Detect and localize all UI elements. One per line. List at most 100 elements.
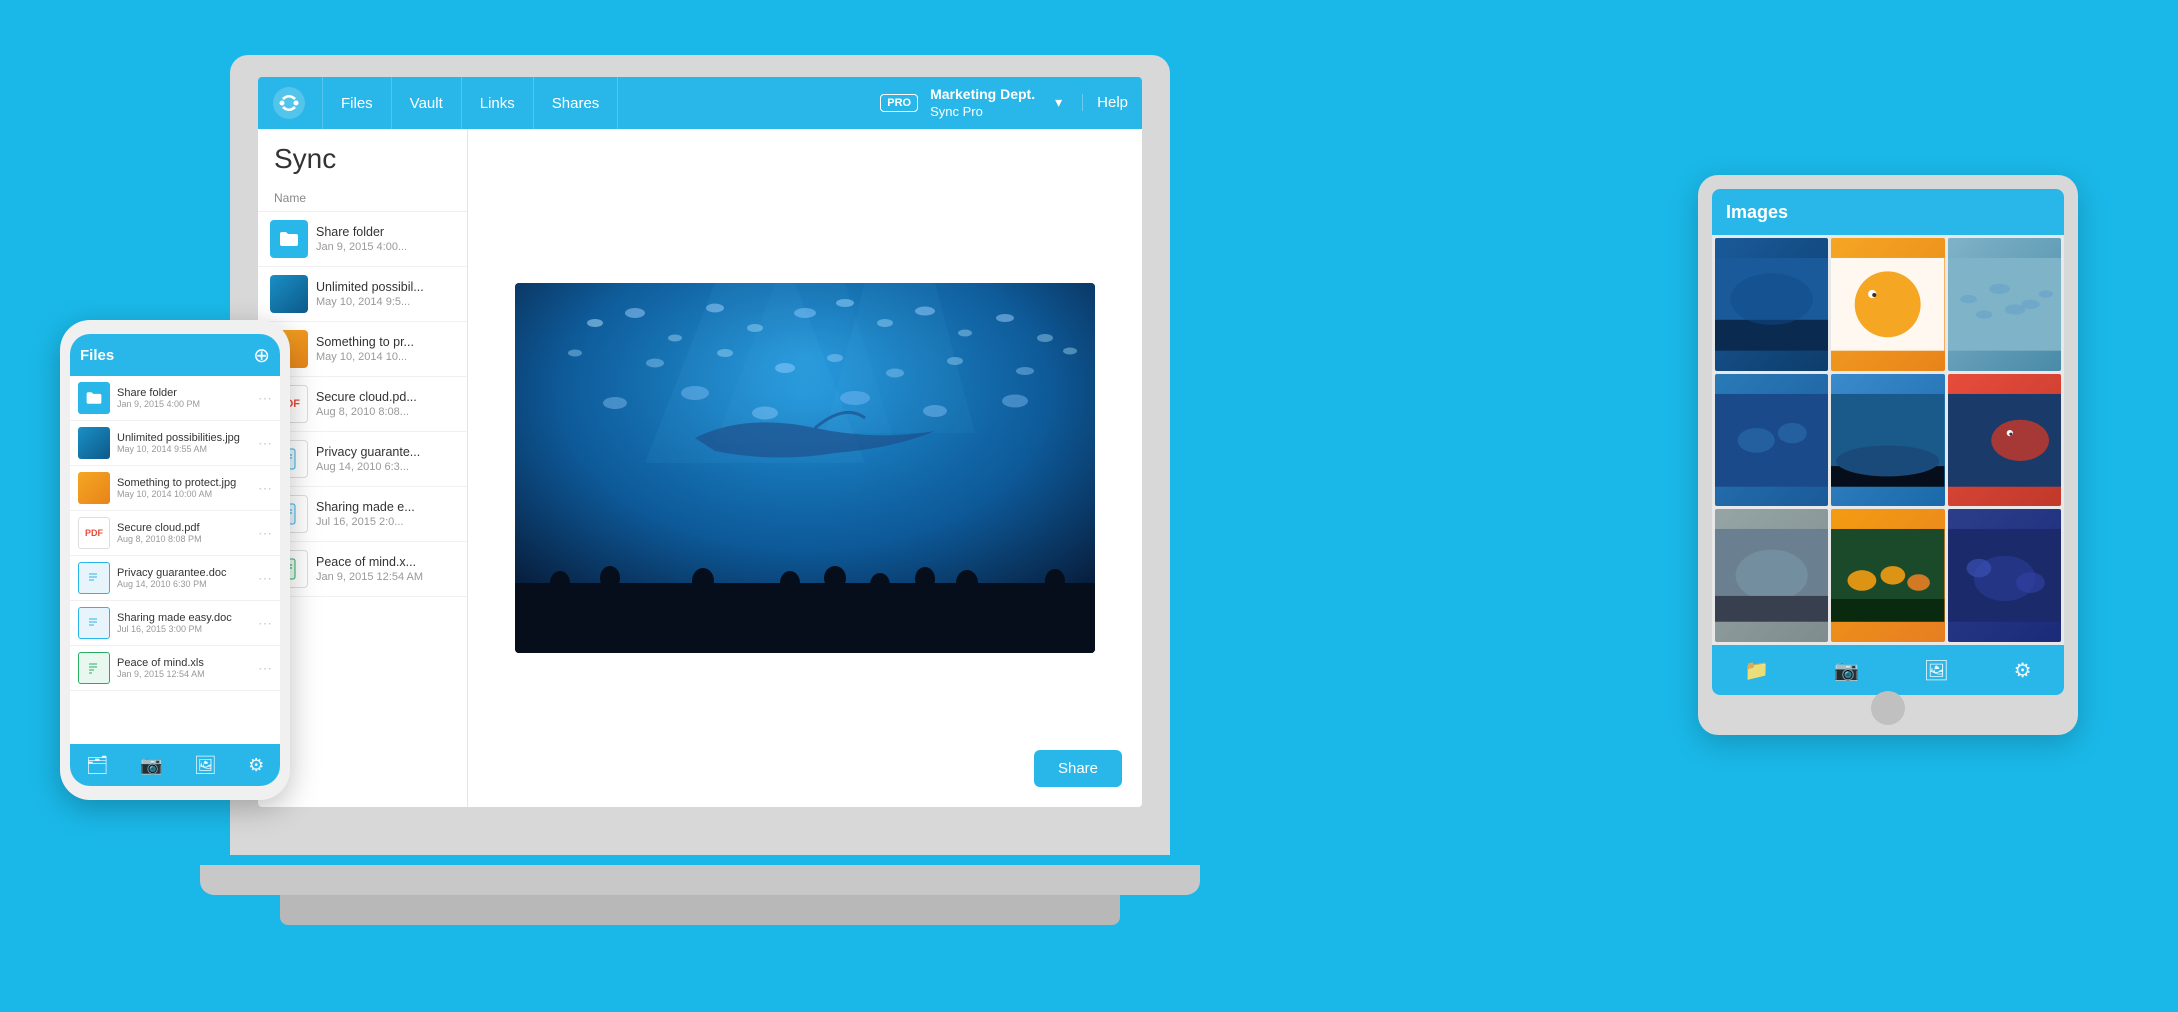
file-info: Share folder Jan 9, 2015 4:00 PM (117, 387, 251, 409)
laptop-navbar: Files Vault Links Shares PRO Marketing D… (258, 77, 1142, 129)
file-info: Sharing made easy.doc Jul 16, 2015 3:00 … (117, 612, 251, 634)
nav-files[interactable]: Files (322, 77, 392, 129)
list-item[interactable]: Unlimited possibilities.jpg May 10, 2014… (70, 421, 280, 466)
folder-icon[interactable]: 📁 (1744, 658, 1769, 683)
table-row[interactable]: Share folder Jan 9, 2015 4:00... (258, 212, 467, 267)
more-icon[interactable]: ⋯ (258, 660, 272, 677)
grid-image-3[interactable] (1948, 238, 2061, 371)
file-date: Aug 8, 2010 8:08... (316, 406, 455, 418)
tablet-navbar: Images (1712, 189, 2064, 235)
more-icon[interactable]: ⋯ (258, 615, 272, 632)
photos-icon[interactable]: 🖼 (1924, 658, 1949, 683)
aquarium-image (515, 283, 1095, 653)
file-name: Privacy guarante... (316, 445, 455, 459)
grid-image-5[interactable] (1831, 374, 1944, 507)
list-item[interactable]: Something to protect.jpg May 10, 2014 10… (70, 466, 280, 511)
more-icon[interactable]: ⋯ (258, 525, 272, 542)
file-info: Peace of mind.xls Jan 9, 2015 12:54 AM (117, 657, 251, 679)
grid-image-2[interactable] (1831, 238, 1944, 371)
more-icon[interactable]: ⋯ (258, 570, 272, 587)
laptop-screen: Files Vault Links Shares PRO Marketing D… (258, 77, 1142, 807)
file-date: Jan 9, 2015 4:00 PM (117, 399, 251, 409)
more-icon[interactable]: ⋯ (258, 435, 272, 452)
phone-add-button[interactable]: ⊕ (253, 343, 270, 368)
grid-image-7[interactable] (1715, 509, 1828, 642)
list-item[interactable]: PDF Secure cloud.pdf Aug 8, 2010 8:08 PM… (70, 511, 280, 556)
photos-icon[interactable]: 🖼 (194, 755, 217, 776)
settings-icon[interactable]: ⚙ (248, 755, 264, 776)
file-date: May 10, 2014 10:00 AM (117, 489, 251, 499)
folder-thumb (78, 382, 110, 414)
phone-file-list: Share folder Jan 9, 2015 4:00 PM ⋯ Unlim… (70, 376, 280, 744)
file-date: May 10, 2014 9:55 AM (117, 444, 251, 454)
grid-image-4[interactable] (1715, 374, 1828, 507)
tablet-title: Images (1726, 202, 1788, 223)
grid-image-1[interactable] (1715, 238, 1828, 371)
phone-title: Files (80, 347, 253, 364)
file-name: Unlimited possibilities.jpg (117, 432, 251, 444)
image-preview-area: Share (468, 129, 1142, 807)
tablet-device: Images (1698, 175, 2078, 735)
laptop-body: Files Vault Links Shares PRO Marketing D… (230, 55, 1170, 855)
list-item[interactable]: Share folder Jan 9, 2015 4:00 PM ⋯ (70, 376, 280, 421)
nav-shares[interactable]: Shares (534, 77, 619, 129)
list-item[interactable]: Peace of mind.xls Jan 9, 2015 12:54 AM ⋯ (70, 646, 280, 691)
file-date: Aug 14, 2010 6:3... (316, 461, 455, 473)
file-info: Privacy guarantee.doc Aug 14, 2010 6:30 … (117, 567, 251, 589)
nav-vault[interactable]: Vault (392, 77, 462, 129)
file-info: Privacy guarante... Aug 14, 2010 6:3... (316, 445, 455, 473)
table-row[interactable]: Unlimited possibil... May 10, 2014 9:5..… (258, 267, 467, 322)
phone-screen: Files ⊕ Share folder Jan 9, 2015 4:00 PM… (70, 334, 280, 786)
nav-links-item[interactable]: Links (462, 77, 534, 129)
tablet-home-button[interactable] (1871, 691, 1905, 725)
file-info: Something to protect.jpg May 10, 2014 10… (117, 477, 251, 499)
grid-image-9[interactable] (1948, 509, 2061, 642)
laptop-base (200, 865, 1200, 895)
file-date: May 10, 2014 10... (316, 351, 455, 363)
more-icon[interactable]: ⋯ (258, 480, 272, 497)
phone-bottom-bar: 🗂 📷 🖼 ⚙ (70, 744, 280, 786)
tablet-bottom-bar: 📁 📷 🖼 ⚙ (1712, 645, 2064, 695)
list-item[interactable]: Privacy guarantee.doc Aug 14, 2010 6:30 … (70, 556, 280, 601)
laptop-content: Sync Name Share folder Jan 9, 2015 4:00.… (258, 129, 1142, 807)
chevron-down-icon[interactable]: ▾ (1055, 94, 1062, 111)
account-plan: Sync Pro (930, 104, 1035, 121)
folder-thumb (270, 220, 308, 258)
sync-logo (272, 86, 306, 120)
file-name: Something to pr... (316, 335, 455, 349)
grid-image-6[interactable] (1948, 374, 2061, 507)
phone-device: Files ⊕ Share folder Jan 9, 2015 4:00 PM… (60, 320, 290, 800)
image-thumb (78, 472, 110, 504)
camera-icon[interactable]: 📷 (140, 755, 162, 776)
file-name: Something to protect.jpg (117, 477, 251, 489)
file-name: Sharing made e... (316, 500, 455, 514)
doc-thumb (78, 607, 110, 639)
list-item[interactable]: Sharing made easy.doc Jul 16, 2015 3:00 … (70, 601, 280, 646)
file-name: Secure cloud.pdf (117, 522, 251, 534)
doc-thumb (78, 562, 110, 594)
more-icon[interactable]: ⋯ (258, 390, 272, 407)
files-icon[interactable]: 🗂 (86, 755, 109, 776)
file-date: Aug 14, 2010 6:30 PM (117, 579, 251, 589)
file-date: Jan 9, 2015 12:54 AM (117, 669, 251, 679)
grid-image-8[interactable] (1831, 509, 1944, 642)
file-info: Unlimited possibil... May 10, 2014 9:5..… (316, 280, 455, 308)
laptop-foot (280, 895, 1120, 925)
settings-icon[interactable]: ⚙ (2014, 658, 2032, 683)
nav-right: PRO Marketing Dept. Sync Pro ▾ Help (880, 85, 1128, 120)
camera-icon[interactable]: 📷 (1834, 658, 1859, 683)
file-name: Sharing made easy.doc (117, 612, 251, 624)
aquarium-bg (515, 283, 1095, 653)
file-name: Secure cloud.pd... (316, 390, 455, 404)
tablet-image-grid (1712, 235, 2064, 645)
doc-thumb (78, 652, 110, 684)
file-date: Jan 9, 2015 12:54 AM (316, 571, 455, 583)
help-link[interactable]: Help (1082, 94, 1128, 111)
pdf-thumb: PDF (78, 517, 110, 549)
file-date: Jul 16, 2015 2:0... (316, 516, 455, 528)
share-button[interactable]: Share (1034, 750, 1122, 787)
file-name: Privacy guarantee.doc (117, 567, 251, 579)
file-name: Peace of mind.xls (117, 657, 251, 669)
file-info: Secure cloud.pdf Aug 8, 2010 8:08 PM (117, 522, 251, 544)
file-info: Peace of mind.x... Jan 9, 2015 12:54 AM (316, 555, 455, 583)
